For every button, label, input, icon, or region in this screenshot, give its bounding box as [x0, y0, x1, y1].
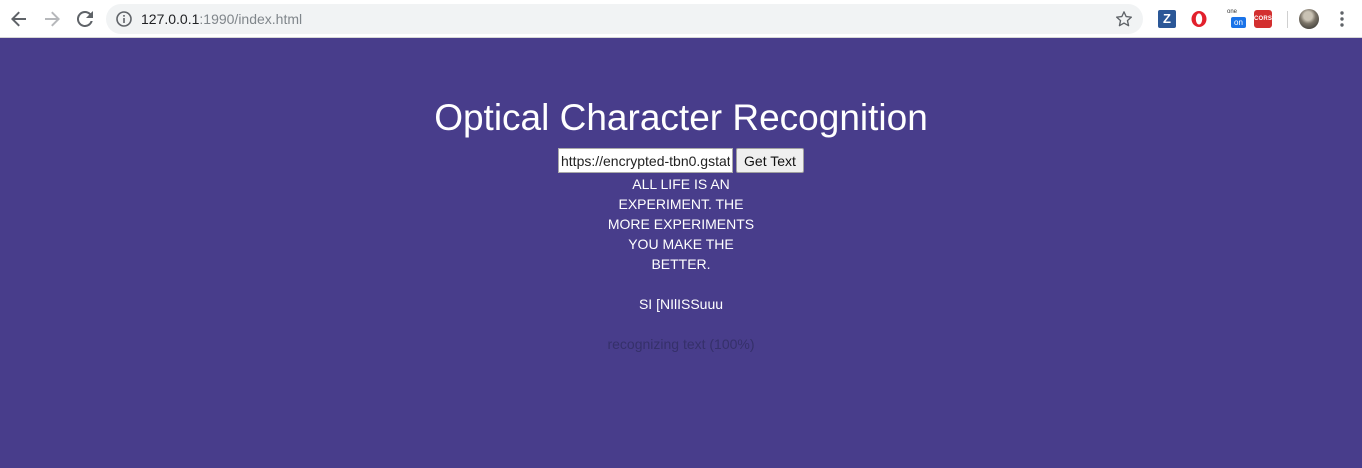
- more-menu-icon[interactable]: [1334, 10, 1350, 28]
- address-bar[interactable]: 127.0.0.1:1990/index.html: [106, 4, 1143, 34]
- get-text-button[interactable]: Get Text: [736, 148, 804, 173]
- recognized-line: BETTER.: [651, 256, 711, 272]
- reload-icon: [77, 11, 93, 27]
- address-url[interactable]: 127.0.0.1:1990/index.html: [141, 11, 302, 27]
- page-title: Optical Character Recognition: [434, 97, 928, 138]
- recognized-line: YOU MAKE THE: [628, 236, 734, 252]
- url-path: :1990/index.html: [199, 11, 303, 27]
- recognized-signature: SI [NIlISSuuu: [638, 296, 724, 312]
- opera-extension-icon[interactable]: [1190, 10, 1208, 28]
- onetab-badge: on: [1231, 17, 1246, 28]
- recognized-text: ALL LIFE IS AN EXPERIMENT. THE MORE EXPE…: [0, 174, 1362, 314]
- profile-avatar[interactable]: [1299, 9, 1319, 29]
- image-url-input[interactable]: [558, 148, 733, 173]
- arrow-left-icon: [11, 11, 26, 27]
- recognized-line: ALL LIFE IS AN: [632, 176, 730, 192]
- arrow-right-icon: [45, 11, 60, 27]
- progress-status: recognizing text (100%): [607, 336, 755, 352]
- recognized-line: MORE EXPERIMENTS: [607, 216, 755, 232]
- onetab-extension-icon[interactable]: one on: [1226, 8, 1248, 30]
- toolbar-divider: [1287, 11, 1288, 28]
- browser-toolbar: 127.0.0.1:1990/index.html Z one on CORS: [0, 0, 1362, 38]
- forward-button[interactable]: [38, 5, 66, 33]
- reload-button[interactable]: [71, 5, 99, 33]
- bookmark-star-icon[interactable]: [1115, 10, 1133, 28]
- onetab-small-label: one: [1227, 9, 1238, 15]
- cors-extension-icon[interactable]: CORS: [1254, 10, 1272, 28]
- zotero-extension-icon[interactable]: Z: [1158, 10, 1176, 28]
- recognized-line: EXPERIMENT. THE: [618, 196, 744, 212]
- back-button[interactable]: [5, 5, 33, 33]
- opera-logo-icon: [1191, 11, 1207, 27]
- info-icon[interactable]: [116, 11, 132, 27]
- url-host: 127.0.0.1: [141, 11, 200, 27]
